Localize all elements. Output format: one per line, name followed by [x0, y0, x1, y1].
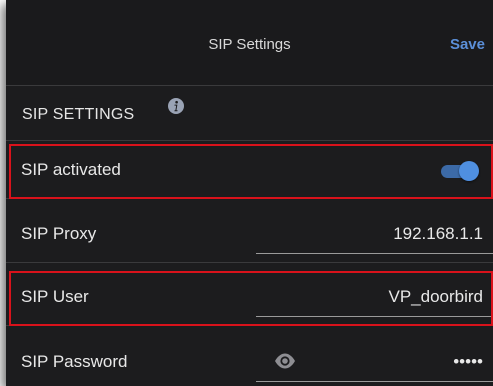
- row-sip-proxy: SIP Proxy 192.168.1.1: [6, 205, 493, 263]
- sip-proxy-field[interactable]: 192.168.1.1: [393, 224, 483, 244]
- sip-user-field[interactable]: VP_doorbird: [388, 287, 483, 307]
- row-sip-password: SIP Password •••••: [6, 333, 493, 386]
- sip-proxy-label: SIP Proxy: [21, 224, 97, 243]
- eye-icon[interactable]: [274, 352, 296, 370]
- info-icon[interactable]: [168, 98, 184, 114]
- sip-user-underline: [256, 316, 493, 317]
- sip-proxy-underline: [256, 253, 493, 254]
- sip-password-label: SIP Password: [21, 352, 128, 371]
- sip-activated-label: SIP activated: [21, 160, 121, 179]
- header-bar: SIP Settings Save: [6, 0, 493, 86]
- sip-password-underline: [256, 381, 493, 382]
- sip-user-label: SIP User: [21, 287, 89, 306]
- sip-activated-toggle[interactable]: [441, 161, 479, 181]
- row-sip-user: SIP User VP_doorbird: [6, 268, 493, 326]
- row-sip-activated: SIP activated: [6, 141, 493, 199]
- save-button[interactable]: Save: [450, 36, 485, 53]
- app-window: SIP Settings Save SIP SETTINGS SIP activ…: [6, 0, 493, 386]
- toggle-thumb: [459, 161, 479, 181]
- sip-password-field[interactable]: •••••: [453, 352, 483, 372]
- section-header: SIP SETTINGS: [6, 86, 493, 141]
- page-title: SIP Settings: [208, 36, 291, 53]
- section-title: SIP SETTINGS: [22, 106, 135, 123]
